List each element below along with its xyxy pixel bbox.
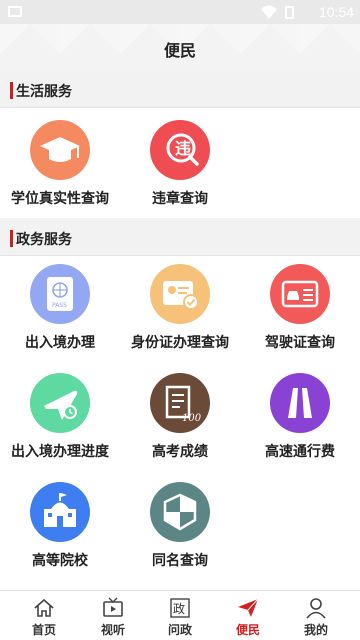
section-title: 政务服务 — [16, 232, 72, 248]
tab-home[interactable]: 首页 — [8, 591, 80, 640]
service-label: 出入境办理进度 — [11, 444, 109, 460]
tab-convenience[interactable]: 便民 — [212, 591, 284, 640]
service-highway-toll[interactable]: 高速通行费 — [240, 365, 360, 465]
service-label: 同名查询 — [152, 553, 208, 569]
section-header-life: 生活服务 — [0, 72, 360, 108]
university-icon — [30, 482, 90, 542]
tab-mine[interactable]: 我的 — [280, 591, 352, 640]
service-exit-entry[interactable]: PASS 出入境办理 — [0, 256, 120, 356]
status-time: 10:54 — [318, 4, 354, 20]
highway-icon — [270, 373, 330, 433]
graduation-cap-icon — [30, 120, 90, 180]
tab-label: 视听 — [100, 623, 125, 637]
tab-label: 我的 — [303, 623, 328, 637]
user-icon — [306, 598, 326, 619]
service-label: 学位真实性查询 — [11, 191, 109, 207]
airplane-icon — [30, 373, 90, 433]
id-card-icon — [150, 264, 210, 324]
service-same-name[interactable]: 同名查询 — [120, 474, 240, 574]
service-label: 高考成绩 — [152, 444, 208, 460]
service-label: 出入境办理 — [25, 335, 95, 351]
service-label: 驾驶证查询 — [265, 335, 335, 351]
svg-text:政: 政 — [173, 602, 185, 616]
score-sheet-icon: 100 — [150, 373, 210, 433]
service-driver-license[interactable]: 驾驶证查询 — [240, 256, 360, 356]
tab-video[interactable]: 视听 — [77, 591, 149, 640]
section-accent-bar — [10, 230, 13, 247]
gov-services-panel: PASS 出入境办理 身份证办理查询 驾驶证查询 出入境办理进度 100 高考成… — [0, 256, 360, 590]
section-header-gov: 政务服务 — [0, 220, 360, 256]
tab-label: 首页 — [31, 623, 56, 637]
service-universities[interactable]: 高等院校 — [0, 474, 120, 574]
tv-play-icon — [103, 597, 123, 617]
svg-text:违: 违 — [175, 139, 191, 158]
service-id-card[interactable]: 身份证办理查询 — [120, 256, 240, 356]
tab-politics[interactable]: 政 问政 — [144, 591, 216, 640]
wifi-icon — [261, 5, 277, 19]
battery-icon — [285, 6, 294, 19]
service-exit-entry-progress[interactable]: 出入境办理进度 — [0, 365, 120, 465]
image-notification-icon — [8, 6, 22, 17]
status-bar: 10:54 — [0, 0, 360, 24]
passport-icon: PASS — [30, 264, 90, 324]
section-accent-bar — [10, 82, 13, 99]
bottom-tab-bar: 首页 视听 政 问政 便民 我的 — [0, 590, 360, 640]
shield-icon — [150, 482, 210, 542]
tab-label: 便民 — [235, 623, 260, 637]
service-label: 高等院校 — [32, 553, 88, 569]
service-degree-verification[interactable]: 学位真实性查询 — [0, 112, 120, 212]
service-traffic-violation[interactable]: 违 违章查询 — [120, 112, 240, 212]
page-header: 便民 — [0, 24, 360, 72]
svg-text:100: 100 — [182, 413, 202, 424]
service-gaokao-score[interactable]: 100 高考成绩 — [120, 365, 240, 465]
section-title: 生活服务 — [16, 84, 72, 100]
zheng-icon: 政 — [170, 598, 190, 618]
home-icon — [34, 598, 54, 617]
driver-license-icon — [270, 264, 330, 324]
tab-label: 问政 — [167, 623, 192, 637]
svg-text:PASS: PASS — [52, 302, 67, 309]
service-label: 高速通行费 — [265, 444, 335, 460]
service-label: 违章查询 — [152, 191, 208, 207]
page-title: 便民 — [163, 41, 196, 60]
life-services-panel: 学位真实性查询 违 违章查询 — [0, 108, 360, 218]
service-label: 身份证办理查询 — [131, 335, 229, 351]
paper-plane-icon — [238, 598, 259, 617]
violation-icon: 违 — [150, 120, 210, 180]
